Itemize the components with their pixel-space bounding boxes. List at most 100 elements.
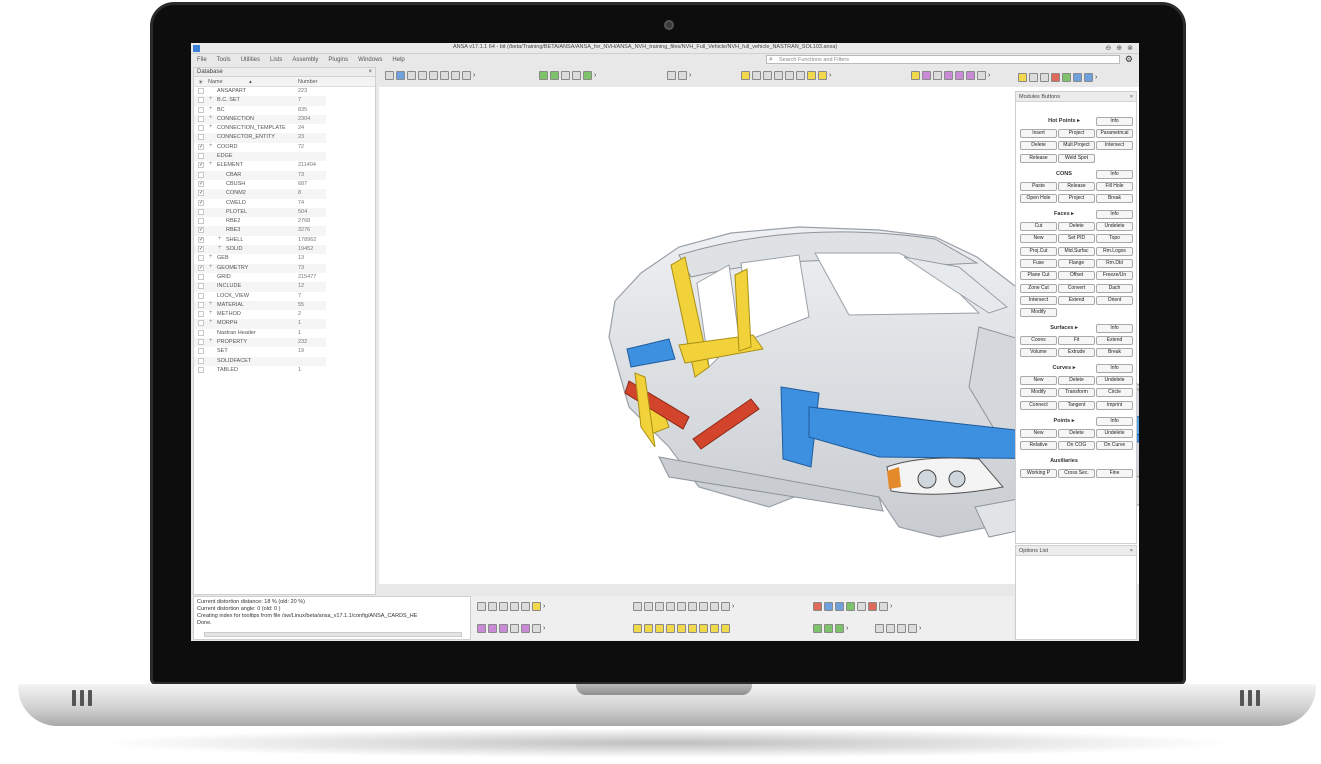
toolbar-icon[interactable] bbox=[688, 601, 697, 611]
module-button[interactable]: Plane Cut bbox=[1020, 271, 1057, 281]
toolbar-icon[interactable] bbox=[721, 623, 730, 633]
visibility-checkbox[interactable]: ✓ bbox=[198, 236, 204, 243]
info-button[interactable]: Info bbox=[1096, 117, 1133, 126]
module-button[interactable]: Rm.Logos bbox=[1096, 246, 1133, 256]
visibility-checkbox[interactable] bbox=[198, 366, 204, 373]
module-section-title[interactable]: Points ▸ bbox=[1031, 418, 1097, 424]
module-button[interactable]: Break bbox=[1096, 194, 1133, 204]
toolbar-icon[interactable] bbox=[1073, 72, 1082, 82]
info-button[interactable]: Info bbox=[1096, 417, 1133, 426]
toolbar-icon[interactable] bbox=[699, 601, 708, 611]
visibility-checkbox[interactable] bbox=[198, 153, 204, 160]
visibility-checkbox[interactable] bbox=[198, 357, 204, 364]
database-row[interactable]: GRID 215477 bbox=[194, 273, 326, 282]
expand-icon[interactable]: + bbox=[209, 96, 213, 102]
horizontal-scrollbar[interactable] bbox=[204, 632, 462, 637]
toolbar-icon[interactable] bbox=[644, 623, 653, 633]
close-icon[interactable]: ⊗ bbox=[1127, 44, 1133, 52]
toolbar-icon[interactable] bbox=[977, 70, 986, 80]
toolbar-icon[interactable] bbox=[835, 601, 844, 611]
database-row[interactable]: + METHOD 2 bbox=[194, 310, 326, 319]
database-row[interactable]: + MORPH 1 bbox=[194, 319, 326, 329]
toolbar-icon[interactable] bbox=[499, 601, 508, 611]
visibility-checkbox[interactable] bbox=[198, 348, 204, 355]
zoom-icon[interactable] bbox=[678, 70, 687, 80]
module-button[interactable]: Delete bbox=[1020, 141, 1057, 151]
visibility-checkbox[interactable] bbox=[198, 125, 204, 132]
chevron-right-icon[interactable]: › bbox=[919, 625, 921, 632]
chevron-right-icon[interactable]: › bbox=[829, 72, 831, 79]
toolbar-icon[interactable] bbox=[418, 70, 427, 80]
toolbar-icon[interactable] bbox=[699, 623, 708, 633]
module-button[interactable]: Volume bbox=[1020, 348, 1057, 358]
toolbar-icon[interactable] bbox=[499, 623, 508, 633]
module-button[interactable]: Transform bbox=[1058, 388, 1095, 398]
expand-icon[interactable]: + bbox=[209, 143, 213, 149]
database-row[interactable]: EDGE bbox=[194, 152, 326, 162]
database-row[interactable]: INCLUDE 12 bbox=[194, 282, 326, 292]
visibility-checkbox[interactable] bbox=[198, 311, 204, 318]
toolbar-icon[interactable] bbox=[933, 70, 942, 80]
database-row[interactable]: RBE2 2768 bbox=[194, 217, 326, 226]
info-button[interactable]: Info bbox=[1096, 364, 1133, 373]
database-row[interactable]: + MATERIAL 55 bbox=[194, 300, 326, 311]
module-button[interactable]: Extend bbox=[1096, 336, 1133, 345]
module-button[interactable]: Intersect bbox=[1096, 141, 1133, 151]
toolbar-icon[interactable] bbox=[583, 70, 592, 80]
module-button[interactable]: Offset bbox=[1058, 271, 1095, 281]
toolbar-icon[interactable] bbox=[510, 601, 519, 611]
database-row[interactable]: SOLIDFACET bbox=[194, 356, 326, 366]
visibility-checkbox[interactable] bbox=[198, 255, 204, 262]
module-button[interactable]: On Curve bbox=[1096, 441, 1133, 451]
module-button[interactable]: Circle bbox=[1096, 388, 1133, 398]
module-button[interactable]: Insert bbox=[1020, 129, 1057, 138]
database-row[interactable]: + GEB 13 bbox=[194, 254, 326, 263]
zoom-icon[interactable] bbox=[667, 70, 676, 80]
toolbar-icon[interactable] bbox=[966, 70, 975, 80]
menu-item-windows[interactable]: Windows bbox=[358, 57, 382, 63]
toolbar-icon[interactable] bbox=[521, 623, 530, 633]
module-button[interactable]: Fit bbox=[1058, 336, 1095, 345]
module-button[interactable]: Zone Cut bbox=[1020, 283, 1057, 293]
toolbar-icon[interactable] bbox=[488, 623, 497, 633]
module-button[interactable]: Set PID bbox=[1058, 234, 1095, 244]
database-row[interactable]: ✓ CBUSH 687 bbox=[194, 180, 326, 189]
database-row[interactable]: SET 19 bbox=[194, 347, 326, 356]
module-button[interactable]: Extend bbox=[1058, 295, 1095, 305]
module-button[interactable]: Mid.Surfac bbox=[1058, 246, 1095, 256]
module-button[interactable]: Tangent bbox=[1058, 400, 1095, 410]
visibility-checkbox[interactable]: ✓ bbox=[198, 143, 204, 150]
close-icon[interactable]: × bbox=[1130, 546, 1133, 556]
module-button[interactable]: Delete bbox=[1058, 222, 1095, 231]
info-button[interactable]: Info bbox=[1096, 324, 1133, 333]
expand-icon[interactable]: + bbox=[209, 264, 213, 270]
toolbar-icon[interactable] bbox=[655, 601, 664, 611]
module-button[interactable]: Open Hole bbox=[1020, 194, 1057, 204]
module-button[interactable]: Release bbox=[1058, 182, 1095, 191]
visibility-checkbox[interactable]: ✓ bbox=[198, 190, 204, 197]
module-button[interactable]: On COG bbox=[1058, 441, 1095, 451]
column-name[interactable]: Name bbox=[208, 79, 223, 85]
expand-icon[interactable]: + bbox=[209, 124, 213, 130]
toolbar-icon[interactable] bbox=[521, 601, 530, 611]
toolbar-icon[interactable] bbox=[944, 70, 953, 80]
database-row[interactable]: ✓ + GEOMETRY 73 bbox=[194, 263, 326, 273]
chevron-right-icon[interactable]: › bbox=[473, 72, 475, 79]
toolbar-icon[interactable] bbox=[922, 70, 931, 80]
toolbar-icon[interactable] bbox=[955, 70, 964, 80]
database-row[interactable]: ✓ RBE3 3276 bbox=[194, 226, 326, 236]
toolbar-icon[interactable] bbox=[908, 623, 917, 633]
expand-icon[interactable]: + bbox=[218, 236, 222, 242]
maximize-icon[interactable]: ⊕ bbox=[1116, 44, 1122, 52]
visibility-checkbox[interactable] bbox=[198, 301, 204, 308]
menu-item-lists[interactable]: Lists bbox=[270, 57, 282, 63]
visibility-checkbox[interactable] bbox=[198, 106, 204, 113]
database-row[interactable]: + BC 835 bbox=[194, 106, 326, 115]
database-row[interactable]: + PROPERTY 232 bbox=[194, 338, 326, 348]
module-button[interactable]: Break bbox=[1096, 348, 1133, 358]
toolbar-icon[interactable] bbox=[1040, 72, 1049, 82]
toolbar-icon[interactable] bbox=[785, 70, 794, 80]
toolbar-icon[interactable] bbox=[1029, 72, 1038, 82]
module-button[interactable]: Proj.Cut bbox=[1020, 246, 1057, 256]
sort-icon[interactable]: ▴ bbox=[249, 79, 252, 85]
